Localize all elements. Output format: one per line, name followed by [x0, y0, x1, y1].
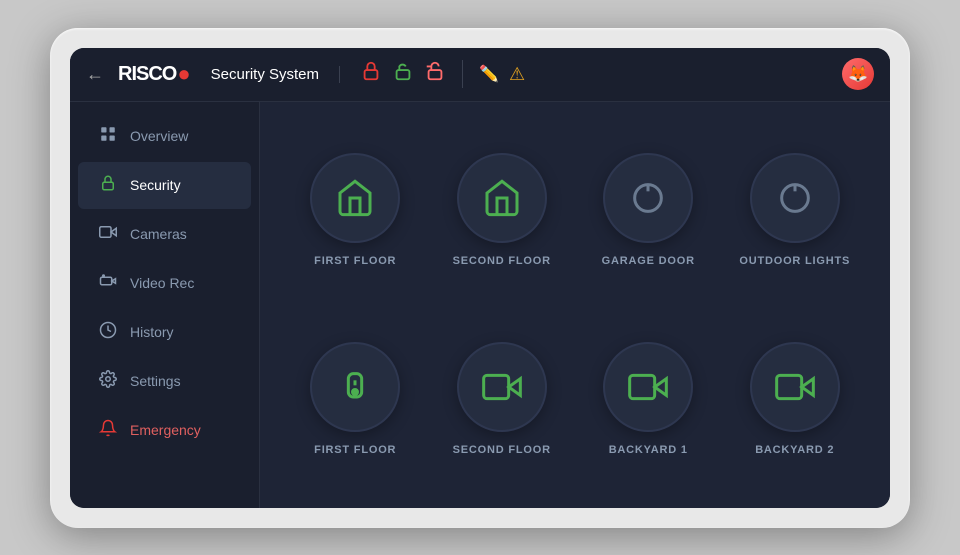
logo-text: RISCO [118, 63, 176, 86]
edit-icon[interactable]: ✏️ [479, 64, 499, 84]
header-lock-icons: ✏️ ⚠ [360, 60, 842, 88]
sidebar-item-security[interactable]: Security [78, 162, 251, 209]
device-circle-second-floor-cam [457, 342, 547, 432]
header-divider [462, 60, 463, 88]
sidebar-item-history[interactable]: History [78, 309, 251, 356]
device-outdoor-lights[interactable]: OUTDOOR LIGHTS [732, 126, 859, 295]
sidebar-item-settings[interactable]: Settings [78, 358, 251, 405]
device-second-floor-cam[interactable]: SECOND FLOOR [439, 315, 566, 484]
settings-label: Settings [130, 373, 181, 389]
tablet-outer: ← RISCO ● Security System [50, 28, 910, 528]
bell-icon [98, 419, 118, 442]
sidebar-item-emergency[interactable]: Emergency [78, 407, 251, 454]
device-circle-first-floor [310, 153, 400, 243]
emergency-label: Emergency [130, 422, 201, 438]
history-label: History [130, 324, 174, 340]
lock-armed-icon[interactable] [360, 60, 382, 88]
video-rec-label: Video Rec [130, 275, 194, 291]
device-second-floor[interactable]: SECOND FLOOR [439, 126, 566, 295]
device-label-first-floor-remote: FIRST FLOOR [314, 444, 396, 456]
device-first-floor[interactable]: FIRST FLOOR [292, 126, 419, 295]
logo-dot: ● [177, 61, 190, 87]
device-circle-backyard-2 [750, 342, 840, 432]
device-garage-door[interactable]: GARAGE DOOR [585, 126, 712, 295]
device-circle-backyard-1 [603, 342, 693, 432]
device-circle-first-floor-remote [310, 342, 400, 432]
video-rec-icon [98, 272, 118, 295]
device-backyard-1[interactable]: BACKYARD 1 [585, 315, 712, 484]
device-label-second-floor: SECOND FLOOR [453, 255, 551, 267]
device-circle-outdoor-lights [750, 153, 840, 243]
clock-icon [98, 321, 118, 344]
lock-icon [98, 174, 118, 197]
header: ← RISCO ● Security System [70, 48, 890, 102]
overview-label: Overview [130, 128, 188, 144]
sidebar-item-video-rec[interactable]: Video Rec [78, 260, 251, 307]
content-area: FIRST FLOOR SECOND FLOOR [260, 102, 890, 508]
device-circle-garage-door [603, 153, 693, 243]
tablet-screen: ← RISCO ● Security System [70, 48, 890, 508]
user-avatar[interactable]: 🦊 [842, 58, 874, 90]
header-title: Security System [211, 66, 340, 83]
device-label-backyard-1: BACKYARD 1 [609, 444, 688, 456]
sidebar: Overview Security [70, 102, 260, 508]
device-backyard-2[interactable]: BACKYARD 2 [732, 315, 859, 484]
warning-icon[interactable]: ⚠ [509, 64, 525, 85]
device-label-backyard-2: BACKYARD 2 [755, 444, 834, 456]
device-label-outdoor-lights: OUTDOOR LIGHTS [739, 255, 850, 267]
logo: RISCO ● [118, 61, 191, 87]
grid-icon [98, 125, 118, 148]
main-content: Overview Security [70, 102, 890, 508]
camera-icon [98, 223, 118, 246]
header-right-icons: 🦊 [842, 58, 874, 90]
security-label: Security [130, 177, 181, 193]
cameras-label: Cameras [130, 226, 187, 242]
lock-partial-icon[interactable] [392, 60, 414, 88]
lock-open-icon[interactable] [424, 60, 446, 88]
sidebar-item-overview[interactable]: Overview [78, 113, 251, 160]
device-circle-second-floor [457, 153, 547, 243]
device-label-garage-door: GARAGE DOOR [602, 255, 695, 267]
back-button[interactable]: ← [86, 64, 104, 85]
device-label-second-floor-cam: SECOND FLOOR [453, 444, 551, 456]
gear-icon [98, 370, 118, 393]
sidebar-item-cameras[interactable]: Cameras [78, 211, 251, 258]
device-label-first-floor: FIRST FLOOR [314, 255, 396, 267]
device-first-floor-remote[interactable]: FIRST FLOOR [292, 315, 419, 484]
